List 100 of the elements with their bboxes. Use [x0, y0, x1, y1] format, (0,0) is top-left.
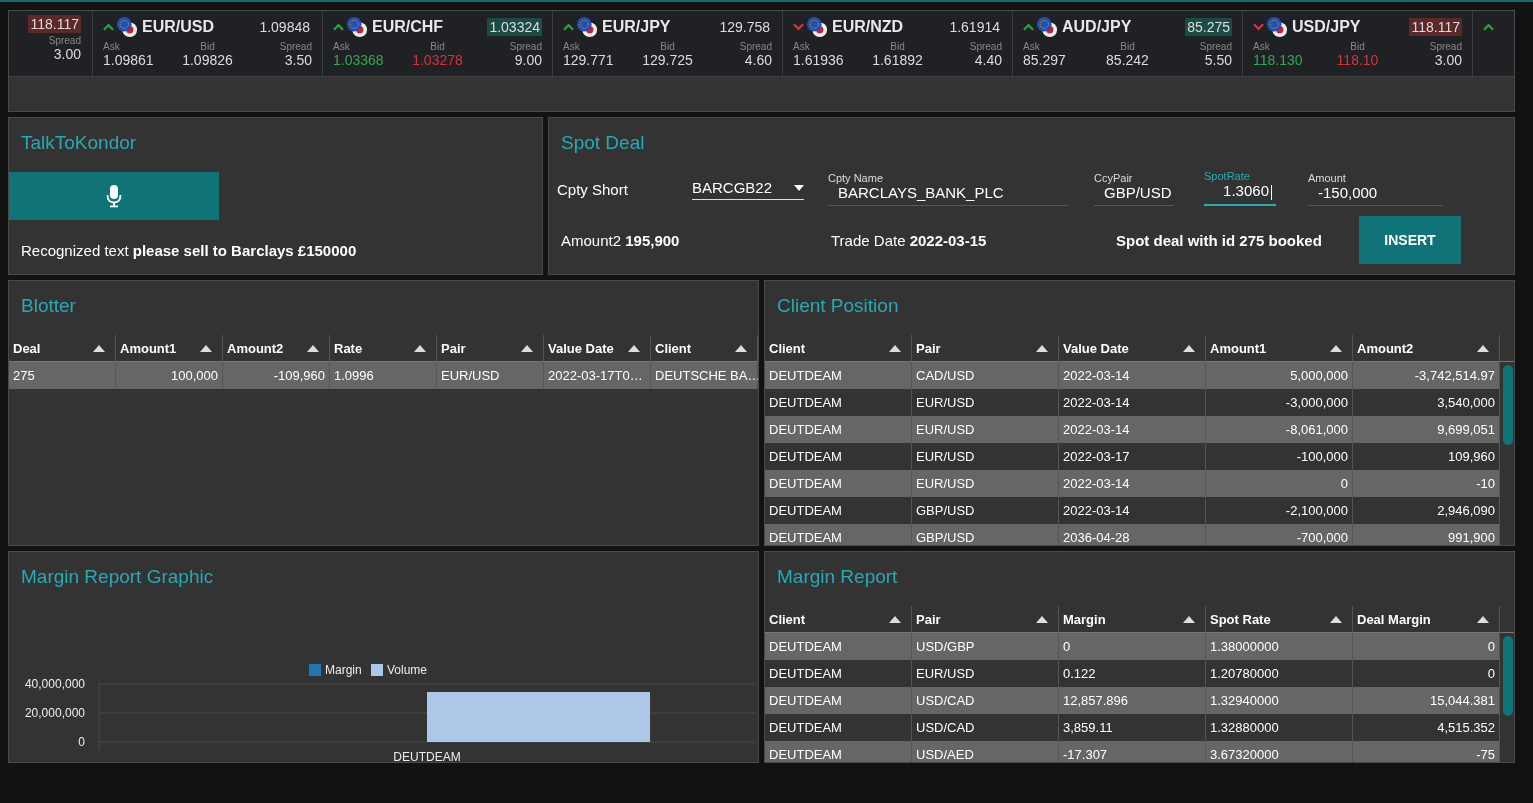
- spread-value: 4.60: [743, 52, 772, 68]
- bid-value: 129.725: [641, 52, 694, 68]
- sort-icon: [93, 344, 105, 352]
- category-label: DEUTDEAM: [393, 750, 461, 762]
- currency-pair: EUR/CHF: [372, 18, 444, 36]
- table-cell: 0: [1059, 633, 1206, 660]
- currency-card[interactable]: EUR/CHF 1.03324 Ask Bid Spread 1.03368 1.03278 9.00: [323, 11, 553, 76]
- bid-value: 1.09826: [181, 52, 234, 68]
- table-cell: USD/CAD: [912, 687, 1059, 714]
- ask-label: Ask: [103, 41, 121, 52]
- axis-tick-label: 40,000,000: [24, 677, 85, 691]
- flag-icon: [1266, 16, 1288, 38]
- ask-label: Ask: [793, 41, 811, 52]
- spread-label: Spread: [968, 41, 1002, 52]
- microphone-button[interactable]: [9, 172, 219, 220]
- sort-icon: [735, 344, 747, 352]
- sort-icon: [1330, 615, 1342, 623]
- scrollbar-thumb[interactable]: [1503, 365, 1513, 445]
- table-cell: 2036-04-28: [1059, 524, 1206, 545]
- table-cell: CAD/USD: [912, 362, 1059, 389]
- flag-icon: [576, 16, 598, 38]
- amount2-text: Amount2 195,900: [561, 231, 681, 249]
- sort-icon: [889, 344, 901, 352]
- bid-value: 1.61892: [871, 52, 924, 68]
- currency-card[interactable]: USD/JPY 118.117 Ask Bid Spread 118.130 118.10 3.00: [1243, 11, 1473, 76]
- table-cell: 1.0996: [330, 362, 437, 389]
- legend-label: Volume: [387, 663, 428, 677]
- ask-value: 118.130: [1253, 52, 1304, 68]
- flag-icon: [346, 16, 368, 38]
- sort-icon: [521, 344, 533, 352]
- table-cell: 275: [9, 362, 116, 389]
- currency-card[interactable]: EUR/USD 1.09848 Ask Bid Spread 1.09861 1.09826 3.50: [93, 11, 323, 76]
- bid-label: Bid: [429, 41, 446, 52]
- table-cell: USD/AED: [912, 741, 1059, 762]
- recognized-text: Recognized text please sell to Barclays £150000: [21, 242, 358, 259]
- table-cell: 2022-03-14: [1059, 362, 1206, 389]
- price: 118.117: [1409, 18, 1462, 36]
- table-cell: 991,900: [1353, 524, 1500, 545]
- ask-value: 1.03368: [333, 52, 385, 68]
- spread-label: Spread: [738, 41, 772, 52]
- text-field[interactable]: CcyPair GBP/USD: [1094, 172, 1174, 206]
- panel-title: Blotter: [20, 294, 77, 318]
- ask-value: 1.61936: [793, 52, 845, 68]
- sort-icon: [628, 344, 640, 352]
- spread-value: 3.00: [53, 46, 81, 62]
- table-cell: GBP/USD: [912, 524, 1059, 545]
- panel-title: Client Position: [776, 294, 900, 318]
- price: 118.117: [28, 15, 81, 33]
- spread-value: 3.00: [1433, 52, 1462, 68]
- spread-value: 3.50: [283, 52, 312, 68]
- table-cell: DEUTDEAM: [765, 470, 912, 497]
- bid-label: Bid: [199, 41, 216, 52]
- price: 85.275: [1185, 18, 1232, 36]
- table-cell: DEUTDEAM: [765, 741, 912, 762]
- currency-card[interactable]: EUR/NZD 1.61914 Ask Bid Spread 1.61936 1.61892 4.40: [783, 11, 1013, 76]
- currency-card[interactable]: AUD/JPY 85.275 Ask Bid Spread 85.297 85.242 5.50: [1013, 11, 1243, 76]
- currency-pair: EUR/USD: [142, 18, 214, 36]
- sort-icon: [889, 615, 901, 623]
- table-cell: 1.38000000: [1206, 633, 1353, 660]
- price: 1.09848: [258, 18, 311, 36]
- currency-pair: USD/JPY: [1292, 18, 1361, 36]
- scrollbar-thumb[interactable]: [1503, 636, 1513, 716]
- sort-icon: [307, 344, 319, 352]
- text-field[interactable]: Amount -150,000: [1308, 172, 1443, 206]
- table-cell: EUR/USD: [912, 470, 1059, 497]
- sort-icon: [1183, 344, 1195, 352]
- currency-pair: EUR/NZD: [832, 18, 904, 36]
- table-cell: EUR/USD: [912, 416, 1059, 443]
- microphone-icon: [106, 184, 122, 208]
- sort-icon: [1330, 344, 1342, 352]
- table-cell: -10: [1353, 470, 1500, 497]
- price: 1.03324: [487, 18, 542, 36]
- axis-tick-label: 0: [78, 735, 85, 749]
- cpty-short-dropdown[interactable]: BARCGB22: [692, 179, 804, 200]
- text-field[interactable]: Cpty Name BARCLAYS_BANK_PLC: [828, 172, 1068, 206]
- table-cell: 1.32940000: [1206, 687, 1353, 714]
- currency-pair: AUD/JPY: [1062, 18, 1132, 36]
- ask-value: 1.09861: [103, 52, 155, 68]
- bid-value: 85.242: [1105, 52, 1150, 68]
- bid-label: Bid: [889, 41, 906, 52]
- spread-label: Spread: [1428, 41, 1462, 52]
- spread-label: Spread: [508, 41, 542, 52]
- spread-label: Spread: [48, 35, 81, 46]
- ask-value: 85.297: [1023, 52, 1067, 68]
- insert-button[interactable]: INSERT: [1359, 216, 1461, 264]
- table-cell: EUR/USD: [437, 362, 544, 389]
- currency-card[interactable]: EUR/JPY 129.758 Ask Bid Spread 129.771 129.725 4.60: [553, 11, 783, 76]
- text-field[interactable]: SpotRate 1.3060: [1204, 170, 1276, 206]
- spread-value: 9.00: [513, 52, 542, 68]
- table-cell: 0: [1353, 633, 1500, 660]
- panel-title: Spot Deal: [560, 131, 646, 155]
- table-cell: 9,699,051: [1353, 416, 1500, 443]
- table-cell: 2022-03-14: [1059, 470, 1206, 497]
- table-cell: -700,000: [1206, 524, 1353, 545]
- price: 1.61914: [948, 18, 1001, 36]
- bid-value: 1.03278: [411, 52, 464, 68]
- table-cell: 3.67320000: [1206, 741, 1353, 762]
- table-cell: 12,857.896: [1059, 687, 1206, 714]
- spread-value: 5.50: [1203, 52, 1232, 68]
- table-cell: DEUTDEAM: [765, 633, 912, 660]
